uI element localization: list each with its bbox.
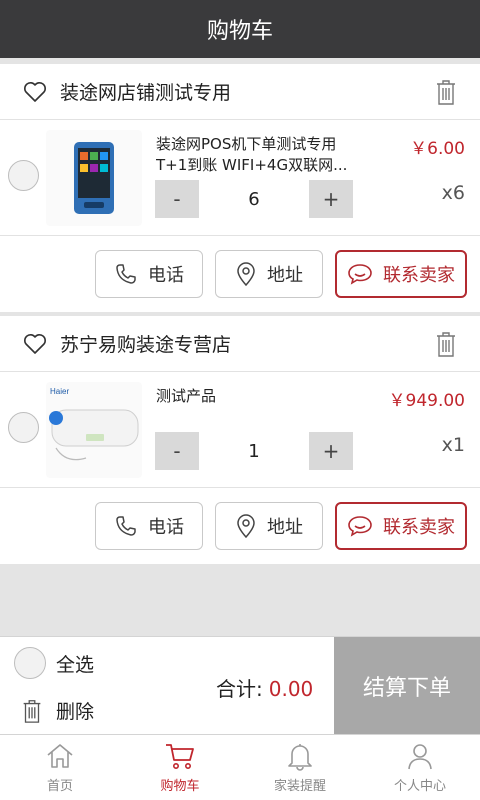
bell-icon [288, 744, 312, 771]
shop-header: 装途网店铺测试专用 [0, 64, 480, 120]
delete-label: 删除 [56, 701, 95, 723]
product-image[interactable] [46, 130, 142, 226]
product-title[interactable]: 装途网POS机下单测试专用T+1到账 WIFI+4G双联网... [156, 134, 366, 176]
heart-icon[interactable] [22, 79, 48, 105]
quantity-stepper: - 1 + [155, 432, 353, 470]
cart-icon [166, 744, 194, 769]
tab-label: 购物车 [160, 779, 200, 794]
item-select-radio[interactable] [8, 412, 39, 443]
quantity-multiplier: x6 [441, 182, 465, 204]
cart-item: 装途网POS机下单测试专用T+1到账 WIFI+4G双联网... ￥6.00 -… [0, 120, 480, 236]
product-price: ￥949.00 [388, 391, 465, 411]
trash-icon [23, 699, 41, 723]
shop-actions: 电话 地址 联系卖家 [0, 488, 480, 564]
item-select-radio[interactable] [8, 160, 39, 191]
total-label: 合计: [216, 677, 263, 701]
phone-label: 电话 [148, 265, 184, 286]
page-title: 购物车 [0, 0, 480, 58]
decrease-button[interactable]: - [155, 180, 199, 218]
location-pin-icon [237, 262, 255, 287]
product-title[interactable]: 测试产品 [156, 386, 366, 407]
increase-button[interactable]: + [309, 180, 353, 218]
quantity-value[interactable]: 1 [199, 432, 309, 470]
shop-card: 装途网店铺测试专用 装途网POS机下单测试专用T+1到账 WIFI+4G双联网.… [0, 64, 480, 312]
tab-home[interactable]: 首页 [0, 735, 120, 800]
tab-cart[interactable]: 购物车 [120, 735, 240, 800]
tab-label: 家装提醒 [273, 779, 326, 794]
location-pin-icon [237, 514, 255, 539]
heart-icon[interactable] [22, 331, 48, 357]
product-price: ￥6.00 [410, 139, 465, 159]
quantity-multiplier: x1 [441, 434, 465, 456]
contact-seller-label: 联系卖家 [383, 265, 455, 286]
address-button[interactable]: 地址 [215, 502, 323, 550]
chat-bubble-icon [348, 516, 372, 537]
chat-bubble-icon [348, 264, 372, 285]
trash-icon[interactable] [434, 78, 458, 106]
bottom-tab-bar: 首页 购物车 家装提醒 个人中心 [0, 734, 480, 800]
total-summary: 合计: 0.00 [216, 673, 313, 702]
trash-icon[interactable] [434, 330, 458, 358]
tab-reminders[interactable]: 家装提醒 [240, 735, 360, 800]
svg-text:Haier: Haier [50, 387, 69, 396]
phone-icon [116, 516, 136, 536]
product-image[interactable]: Haier [46, 382, 142, 478]
checkout-button[interactable]: 结算下单 [334, 637, 480, 735]
shop-header: 苏宁易购装途专营店 [0, 316, 480, 372]
phone-icon [116, 264, 136, 284]
tab-label: 个人中心 [393, 779, 446, 794]
quantity-value[interactable]: 6 [199, 180, 309, 218]
user-icon [408, 744, 432, 770]
phone-button[interactable]: 电话 [95, 502, 203, 550]
shop-actions: 电话 地址 联系卖家 [0, 236, 480, 312]
address-button[interactable]: 地址 [215, 250, 323, 298]
tab-profile[interactable]: 个人中心 [360, 735, 480, 800]
cart-item: Haier 测试产品 ￥949.00 - 1 + x1 [0, 372, 480, 488]
decrease-button[interactable]: - [155, 432, 199, 470]
shop-name[interactable]: 苏宁易购装途专营店 [60, 330, 434, 357]
shop-name[interactable]: 装途网店铺测试专用 [60, 78, 434, 105]
increase-button[interactable]: + [309, 432, 353, 470]
address-label: 地址 [267, 265, 303, 286]
tab-label: 首页 [46, 779, 73, 794]
checkout-bar: 全选 删除 合计: 0.00 结算下单 [0, 636, 480, 735]
contact-seller-label: 联系卖家 [383, 517, 455, 538]
phone-button[interactable]: 电话 [95, 250, 203, 298]
total-amount: 0.00 [268, 677, 314, 701]
quantity-stepper: - 6 + [155, 180, 353, 218]
home-icon [47, 744, 73, 768]
contact-seller-button[interactable]: 联系卖家 [335, 250, 467, 298]
select-all-label: 全选 [56, 653, 95, 676]
select-all-radio[interactable] [14, 647, 46, 679]
contact-seller-button[interactable]: 联系卖家 [335, 502, 467, 550]
address-label: 地址 [267, 517, 303, 538]
phone-label: 电话 [148, 517, 184, 538]
shop-card: 苏宁易购装途专营店 Haier 测试产品 ￥949.00 - 1 + x1 电话 [0, 316, 480, 564]
select-all-toggle[interactable]: 全选 [14, 647, 94, 679]
delete-button[interactable]: 删除 [20, 697, 94, 724]
